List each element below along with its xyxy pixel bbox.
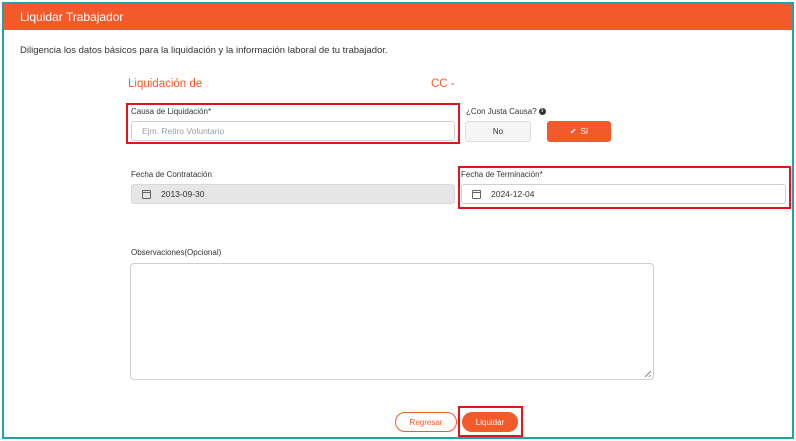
check-icon: ✔ <box>569 127 577 136</box>
regresar-label: Regresar <box>409 417 443 427</box>
justa-causa-label: ¿Con Justa Causa? i <box>466 107 546 116</box>
regresar-button[interactable]: Regresar <box>395 412 457 432</box>
no-button-label: No <box>492 127 504 136</box>
causa-input[interactable]: Ejm. Retiro Voluntario <box>131 121 455 141</box>
justa-causa-text: ¿Con Justa Causa? <box>466 107 537 116</box>
fecha-terminacion-value: 2024-12-04 <box>491 189 535 199</box>
fecha-contratacion-label: Fecha de Contratación <box>131 170 212 179</box>
liquidar-label: Liquidar <box>475 417 505 427</box>
fecha-contratacion-field: 2013-09-30 <box>131 184 455 204</box>
no-button[interactable]: No <box>465 121 531 142</box>
si-button[interactable]: ✔ Sí <box>547 121 611 142</box>
fecha-contratacion-value: 2013-09-30 <box>161 189 205 199</box>
fecha-terminacion-label: Fecha de Terminación* <box>461 170 543 179</box>
calendar-icon <box>142 189 151 199</box>
intro-text: Diligencia los datos básicos para la liq… <box>20 45 388 56</box>
fecha-terminacion-field[interactable]: 2024-12-04 <box>461 184 786 204</box>
resize-handle-icon[interactable] <box>645 371 651 377</box>
cc-label: CC - <box>431 78 455 90</box>
liquidation-title: Liquidación de <box>128 78 203 90</box>
page-header: Liquidar Trabajador <box>4 4 792 30</box>
observaciones-textarea[interactable] <box>130 263 654 380</box>
observaciones-label: Observaciones(Opcional) <box>131 248 222 257</box>
si-button-label: Sí <box>580 127 589 136</box>
calendar-icon <box>472 189 481 199</box>
page-title: Liquidar Trabajador <box>20 10 124 24</box>
info-icon[interactable]: i <box>538 108 546 116</box>
causa-placeholder: Ejm. Retiro Voluntario <box>142 126 225 136</box>
liquidar-button[interactable]: Liquidar <box>462 412 518 432</box>
causa-label: Causa de Liquidación* <box>131 107 212 116</box>
